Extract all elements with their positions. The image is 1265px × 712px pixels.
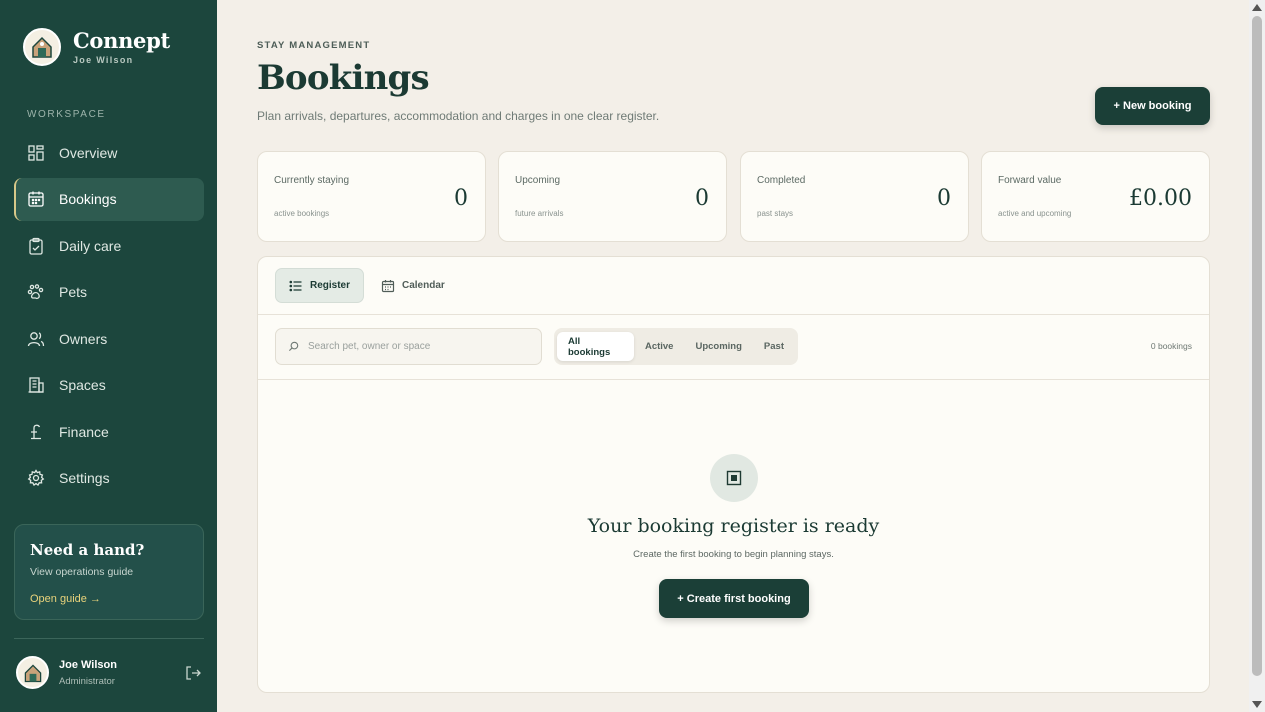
page-title: Bookings: [257, 58, 430, 98]
stat-card-forward-value: Forward value active and upcoming £0.00: [981, 151, 1210, 242]
user-name: Joe Wilson: [59, 658, 117, 671]
calendar-icon: [381, 279, 395, 292]
brand[interactable]: Connept Joe Wilson: [23, 28, 170, 66]
stat-value: 0: [937, 186, 951, 211]
list-icon: [289, 280, 302, 291]
bookings-count: 0 bookings: [1150, 341, 1192, 351]
sidebar-item-overview[interactable]: Overview: [14, 131, 204, 174]
toolbar-divider: [258, 314, 1209, 315]
logo-icon: [23, 28, 61, 66]
tab-calendar[interactable]: Calendar: [368, 268, 458, 303]
user-role: Administrator: [59, 675, 115, 687]
brand-user: Joe Wilson: [73, 55, 134, 65]
filter-upcoming[interactable]: Upcoming: [684, 332, 752, 361]
sidebar: Connept Joe Wilson WORKSPACE Overview Bo…: [0, 0, 217, 712]
sidebar-divider: [14, 638, 204, 639]
sidebar-item-daily-care[interactable]: Daily care: [14, 224, 204, 267]
stat-label: Forward value: [998, 175, 1062, 186]
search-input[interactable]: [308, 341, 528, 352]
avatar: [16, 656, 49, 689]
sidebar-item-label: Overview: [59, 144, 118, 161]
grid-icon: [27, 144, 45, 162]
scroll-down-icon[interactable]: [1252, 701, 1262, 708]
sidebar-item-label: Daily care: [59, 237, 122, 254]
search-box[interactable]: [275, 328, 542, 365]
stat-value: 0: [454, 186, 468, 211]
stat-subtitle: active bookings: [274, 209, 330, 218]
sidebar-item-pets[interactable]: Pets: [14, 271, 204, 314]
pound-icon: [27, 423, 45, 441]
calendar-icon: [27, 190, 45, 208]
empty-state-title: Your booking register is ready: [587, 515, 880, 537]
sidebar-item-label: Spaces: [59, 377, 106, 393]
paw-icon: [27, 283, 45, 301]
booking-filter-group: All bookings Active Upcoming Past: [554, 328, 798, 365]
stat-subtitle: future arrivals: [515, 209, 564, 218]
page-eyebrow: STAY MANAGEMENT: [257, 40, 371, 51]
filter-past[interactable]: Past: [753, 332, 795, 361]
sidebar-item-owners[interactable]: Owners: [14, 317, 204, 360]
gear-icon: [27, 469, 45, 487]
clipboard-icon: [27, 237, 45, 255]
search-icon: [288, 341, 299, 352]
sidebar-nav: Overview Bookings Daily care Pets Owners: [14, 131, 204, 503]
sidebar-item-label: Bookings: [59, 191, 117, 207]
help-subtitle: View operations guide: [30, 566, 134, 578]
logout-icon[interactable]: [184, 664, 202, 682]
list-divider: [258, 379, 1209, 380]
sidebar-item-label: Finance: [59, 423, 109, 440]
open-guide-link[interactable]: Open guide →: [30, 593, 101, 605]
empty-state-icon: [710, 454, 758, 502]
sidebar-item-finance[interactable]: Finance: [14, 410, 204, 453]
stat-label: Currently staying: [274, 175, 350, 186]
stat-label: Upcoming: [515, 175, 561, 186]
building-icon: [27, 376, 45, 394]
users-icon: [27, 330, 45, 348]
empty-state-subtitle: Create the first booking to begin planni…: [633, 549, 834, 560]
page-subtitle: Plan arrivals, departures, accommodation…: [257, 109, 660, 123]
stat-subtitle: active and upcoming: [998, 209, 1072, 218]
sidebar-item-spaces[interactable]: Spaces: [14, 364, 204, 407]
sidebar-item-settings[interactable]: Settings: [14, 457, 204, 500]
stat-card-completed: Completed past stays 0: [740, 151, 969, 242]
tab-label: Calendar: [402, 280, 445, 291]
user-profile[interactable]: Joe Wilson Administrator: [16, 656, 202, 689]
tab-label: Register: [310, 280, 351, 291]
stat-subtitle: past stays: [757, 209, 794, 218]
create-first-booking-button[interactable]: + Create first booking: [659, 579, 809, 618]
brand-name: Connept: [73, 28, 170, 53]
stat-card-currently-staying: Currently staying active bookings 0: [257, 151, 486, 242]
tab-register[interactable]: Register: [275, 268, 365, 303]
sidebar-item-label: Owners: [59, 330, 108, 347]
stat-label: Completed: [757, 175, 806, 186]
stat-value: £0.00: [1129, 186, 1192, 211]
stat-value: 0: [695, 186, 709, 211]
section-label-workspace: WORKSPACE: [27, 109, 106, 120]
help-title: Need a hand?: [30, 541, 145, 559]
scroll-up-icon[interactable]: [1252, 4, 1262, 11]
page-scrollbar[interactable]: [1249, 0, 1265, 712]
new-booking-button[interactable]: + New booking: [1095, 87, 1210, 125]
sidebar-item-bookings[interactable]: Bookings: [14, 177, 204, 221]
scroll-thumb[interactable]: [1252, 16, 1262, 676]
help-card: Need a hand? View operations guide Open …: [14, 524, 204, 620]
sidebar-item-label: Pets: [59, 284, 88, 300]
square-icon: [726, 470, 742, 486]
bookings-panel: Register Calendar All bookings Active Up…: [257, 256, 1210, 693]
stat-card-upcoming: Upcoming future arrivals 0: [498, 151, 727, 242]
filter-active[interactable]: Active: [634, 332, 685, 361]
filter-all-bookings[interactable]: All bookings: [557, 332, 634, 361]
sidebar-item-label: Settings: [59, 470, 110, 486]
